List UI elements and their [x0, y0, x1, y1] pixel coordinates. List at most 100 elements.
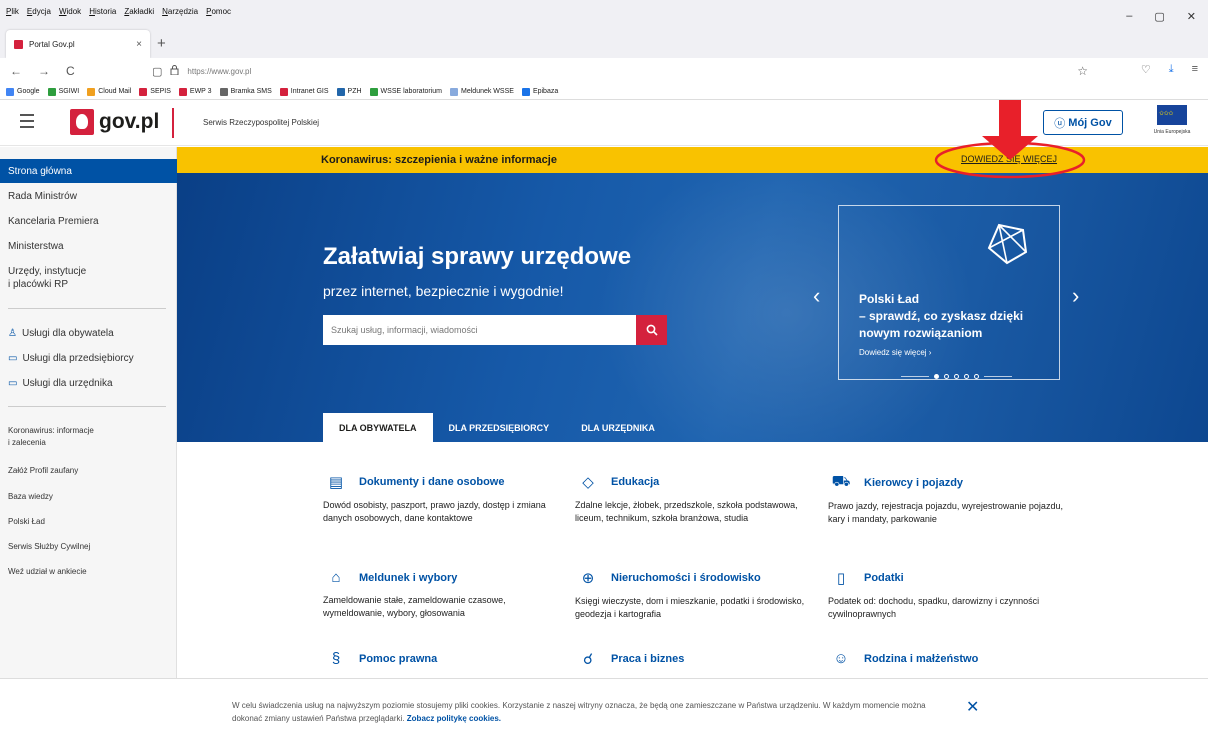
sidebar-item-uslugi-obywatel[interactable]: ♙ Usługi dla obywatela	[8, 327, 114, 340]
search-input[interactable]	[323, 315, 623, 345]
window-minimize-button[interactable]: –	[1126, 10, 1132, 23]
url-text[interactable]: https://www.gov.pl	[187, 67, 251, 76]
bookmark-label: PZH	[347, 88, 362, 95]
menu-edit[interactable]: Edycja	[27, 7, 51, 16]
sidebar-item-baza-wiedzy[interactable]: Baza wiedzy	[8, 491, 53, 503]
shield-icon[interactable]: ▢	[152, 65, 162, 78]
bookmark-item[interactable]: Google	[6, 87, 40, 96]
carousel-prev-button[interactable]: ‹	[813, 283, 820, 309]
sidebar-item-rada-ministrow[interactable]: Rada Ministrów	[8, 190, 77, 203]
tab-obywatel[interactable]: DLA OBYWATELA	[323, 413, 433, 442]
sidebar-item-home[interactable]: Strona główna	[0, 159, 177, 183]
bookmark-label: Bramka SMS	[230, 88, 272, 95]
category-title[interactable]: Kierowcy i pojazdy	[864, 477, 963, 489]
category-title[interactable]: Podatki	[864, 572, 904, 584]
url-bar[interactable]: ▢ https://www.gov.pl ☆	[152, 61, 1088, 81]
carousel-dot-1[interactable]	[934, 374, 939, 379]
sidebar-item-profil-zaufany[interactable]: Załóż Profil zaufany	[8, 465, 78, 477]
sidebar-item-ankieta[interactable]: Weź udział w ankiecie	[8, 566, 87, 578]
category-title[interactable]: Praca i biznes	[611, 653, 684, 665]
pocket-icon[interactable]: ♡	[1141, 63, 1151, 76]
download-icon[interactable]: ⤓	[1169, 63, 1174, 76]
category-item[interactable]: ◇ Edukacja Zdalne lekcje, żłobek, przedszk…	[575, 473, 815, 525]
category-item[interactable]: ☺ Rodzina i małżeństwo	[828, 650, 1068, 667]
category-item[interactable]: ☌ Praca i biznes	[575, 650, 815, 668]
category-item[interactable]: ⊕ Nieruchomości i środowisko Księgi wieczy…	[575, 569, 815, 621]
cookie-policy-link[interactable]: Zobacz politykę cookies.	[407, 714, 501, 723]
bookmark-item[interactable]: PZH	[336, 87, 362, 96]
hamburger-menu-icon[interactable]	[20, 114, 34, 132]
sidebar-item-uslugi-urzednik[interactable]: ▭ Usługi dla urzędnika	[8, 377, 113, 390]
category-item[interactable]: ▤ Dokumenty i dane osobowe Dowód osobisty,…	[323, 473, 563, 525]
category-title[interactable]: Rodzina i małżeństwo	[864, 653, 978, 665]
carousel-next-button[interactable]: ›	[1072, 283, 1079, 309]
dots-line-left	[901, 376, 929, 377]
bookmark-item[interactable]: SEPIS	[139, 87, 171, 96]
sidebar-item-ministerstwa[interactable]: Ministerstwa	[8, 240, 64, 253]
category-title[interactable]: Nieruchomości i środowisko	[611, 572, 761, 584]
category-item[interactable]: ▯ Podatki Podatek od: dochodu, spadku, dar…	[828, 569, 1068, 621]
bookmark-item[interactable]: EWP 3	[178, 87, 212, 96]
menu-history[interactable]: Historia	[89, 7, 116, 16]
carousel-dot-5[interactable]	[974, 374, 979, 379]
menu-view[interactable]: Widok	[59, 7, 81, 16]
bookmark-item[interactable]: Intranet GIS	[279, 87, 329, 96]
promo-card[interactable]: Polski Ład – sprawdź, co zyskasz dzięki …	[838, 205, 1060, 380]
bookmark-item[interactable]: Meldunek WSSE	[450, 87, 514, 96]
menu-tools[interactable]: Narzędzia	[162, 7, 198, 16]
bookmark-item[interactable]: Cloud Mail	[87, 87, 131, 96]
tab-title: Portal Gov.pl	[29, 39, 75, 49]
lock-icon[interactable]	[170, 64, 179, 78]
cookie-text: W celu świadczenia usług na najwyższym p…	[232, 699, 952, 725]
bookmark-item[interactable]: Epibaza	[521, 87, 558, 96]
carousel-dot-2[interactable]	[944, 374, 949, 379]
tab-urzednik[interactable]: DLA URZĘDNIKA	[565, 413, 671, 442]
category-item[interactable]: § Pomoc prawna	[323, 650, 563, 667]
bookmark-favicon-icon	[139, 87, 148, 96]
category-title[interactable]: Edukacja	[611, 476, 659, 488]
browser-tab[interactable]: Portal Gov.pl ×	[6, 30, 150, 58]
sidebar-item-label: Usługi dla obywatela	[21, 328, 114, 339]
banner-more-link[interactable]: DOWIEDZ SIĘ WIĘCEJ	[961, 154, 1057, 164]
category-item[interactable]: ⛟ Kierowcy i pojazdy Prawo jazdy, rejestra…	[828, 473, 1068, 526]
moj-gov-button[interactable]: ⓤ Mój Gov	[1043, 110, 1123, 135]
sidebar-item-uslugi-przedsiebiorca[interactable]: ▭ Usługi dla przedsiębiorcy	[8, 352, 134, 365]
menu-bookmarks[interactable]: Zakładki	[124, 7, 154, 16]
promo-more-link[interactable]: Dowiedz się więcej ›	[859, 348, 931, 357]
tab-strip: Portal Gov.pl × +	[0, 30, 1208, 58]
new-tab-button[interactable]: +	[157, 35, 166, 52]
menu-file[interactable]: Plik	[6, 7, 19, 16]
category-header: ◇ Edukacja	[575, 473, 815, 491]
search-button[interactable]	[636, 315, 667, 345]
reload-button[interactable]: C	[66, 64, 75, 78]
category-item[interactable]: ⌂ Meldunek i wybory Zameldowanie stałe, za…	[323, 569, 563, 620]
window-close-button[interactable]: ✕	[1187, 10, 1196, 23]
bookmark-star-icon[interactable]: ☆	[1077, 64, 1088, 78]
category-description: Zdalne lekcje, żłobek, przedszkole, szko…	[575, 500, 798, 523]
window-maximize-button[interactable]: ▢	[1154, 10, 1164, 23]
dots-line-right	[984, 376, 1012, 377]
sidebar-item-urzedy-line2: i placówki RP	[8, 279, 69, 290]
carousel-dot-3[interactable]	[954, 374, 959, 379]
forward-button[interactable]: →	[38, 64, 50, 78]
sidebar-divider	[8, 308, 166, 309]
sidebar-item-urzedy[interactable]: Urzędy, instytucje i placówki RP	[8, 265, 86, 291]
bookmark-item[interactable]: SGIWI	[47, 87, 79, 96]
gov-logo[interactable]: gov.pl	[70, 109, 159, 135]
menu-help[interactable]: Pomoc	[206, 7, 231, 16]
carousel-dot-4[interactable]	[964, 374, 969, 379]
bookmark-item[interactable]: WSSE laboratorium	[369, 87, 442, 96]
sidebar-item-sluzba-cywilna[interactable]: Serwis Służby Cywilnej	[8, 541, 90, 553]
back-button[interactable]: ←	[10, 64, 22, 78]
bookmark-item[interactable]: Bramka SMS	[219, 87, 272, 96]
sidebar-item-polski-lad[interactable]: Polski Ład	[8, 516, 45, 528]
sidebar-item-kancelaria[interactable]: Kancelaria Premiera	[8, 215, 99, 228]
category-title[interactable]: Pomoc prawna	[359, 653, 437, 665]
tab-przedsiebiorca[interactable]: DLA PRZEDSIĘBIORCY	[433, 413, 566, 442]
category-title[interactable]: Dokumenty i dane osobowe	[359, 476, 504, 488]
category-title[interactable]: Meldunek i wybory	[359, 572, 457, 584]
tab-close-icon[interactable]: ×	[136, 39, 142, 50]
cookie-close-icon[interactable]: ✕	[966, 697, 979, 717]
sidebar-item-koronawirus[interactable]: Koronawirus: informacje i zalecenia	[8, 425, 94, 449]
browser-menu-icon[interactable]: ≡	[1192, 63, 1198, 76]
